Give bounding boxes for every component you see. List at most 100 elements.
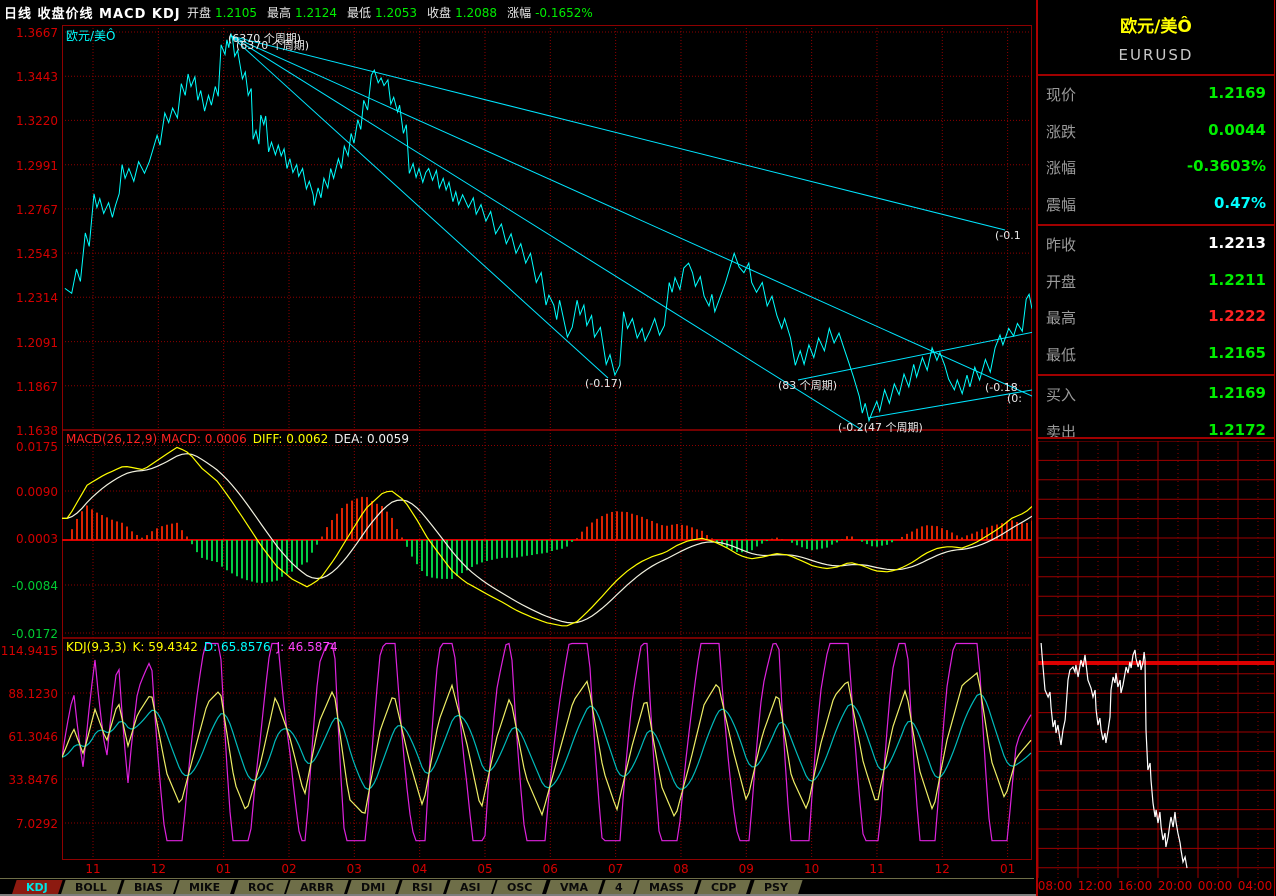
- trading-app-window: 日线 收盘价线 MACD KDJ 开盘 1.2105 最高 1.2124 最低 1.205…: [0, 0, 1276, 896]
- quote-row-label: 现价: [1046, 84, 1076, 105]
- macd-axis-tick: 0.0090: [0, 485, 58, 499]
- kdj-header: KDJ(9,3,3) K: 59.4342 D: 65.8576 J: 46.5874: [66, 640, 344, 654]
- month-label: 08: [661, 862, 701, 876]
- price-axis-tick: 1.2091: [0, 336, 58, 350]
- price-pane-symbol-label: 欧元/美Ô: [66, 27, 116, 44]
- price-axis-tick: 1.1867: [0, 380, 58, 394]
- quote-row: 昨收 1.2213: [1046, 234, 1266, 258]
- sidebar-separator: [1038, 224, 1274, 226]
- stat-label: 收盘: [427, 6, 451, 20]
- quote-symbol: EURUSD: [1038, 46, 1274, 64]
- macd-header-part: DIFF: 0.0062: [253, 432, 329, 446]
- time-label: 00:00: [1193, 879, 1237, 893]
- price-annotation: (-0.17): [585, 377, 622, 390]
- quote-row-label: 昨收: [1046, 234, 1076, 255]
- price-axis-tick: 1.2543: [0, 247, 58, 261]
- quote-row-label: 震幅: [1046, 194, 1076, 215]
- quote-row-label: 开盘: [1046, 271, 1076, 292]
- stat-value: 1.2105: [215, 6, 257, 20]
- kdj-header-part: KDJ(9,3,3): [66, 640, 127, 654]
- quote-row-label: 涨跌: [1046, 121, 1076, 142]
- quote-row: 最低 1.2165: [1046, 344, 1266, 368]
- macd-axis-tick: 0.0003: [0, 532, 58, 546]
- kdj-axis-tick: 114.9415: [0, 644, 58, 658]
- top-bar: 日线 收盘价线 MACD KDJ 开盘 1.2105 最高 1.2124 最低 1.205…: [0, 0, 1034, 22]
- kdj-axis-tick: 88.1230: [0, 687, 58, 701]
- price-axis-tick: 1.2314: [0, 291, 58, 305]
- month-label: 06: [530, 862, 570, 876]
- stat-value: 1.2053: [375, 6, 417, 20]
- month-label: 12: [922, 862, 962, 876]
- month-label: 02: [269, 862, 309, 876]
- stat-value: -0.1652%: [535, 6, 593, 20]
- time-label: 20:00: [1153, 879, 1197, 893]
- month-label: 09: [726, 862, 766, 876]
- stat-label: 涨幅: [507, 6, 531, 20]
- daily-stats: 开盘 1.2105 最高 1.2124 最低 1.2053 收盘 1.2088 涨幅 -0.165…: [177, 4, 593, 21]
- time-label: 04:00: [1233, 879, 1276, 893]
- macd-axis-tick: -0.0172: [0, 627, 58, 641]
- kdj-axis-tick: 33.8476: [0, 773, 58, 787]
- price-axis-tick: 1.1638: [0, 424, 58, 438]
- month-label: 11: [73, 862, 113, 876]
- quote-row-value: 1.2213: [1208, 234, 1266, 252]
- stat-label: 最高: [267, 6, 291, 20]
- month-label: 01: [988, 862, 1028, 876]
- quote-row-label: 最低: [1046, 344, 1076, 365]
- time-label: 16:00: [1113, 879, 1157, 893]
- macd-axis-tick: 0.0175: [0, 440, 58, 454]
- indicator-selection-label: 日线 收盘价线 MACD KDJ: [4, 3, 181, 22]
- kdj-header-part: D: 65.8576: [204, 640, 271, 654]
- stat-label: 最低: [347, 6, 371, 20]
- price-annotation: (-0.2(47 个周期): [838, 419, 923, 435]
- stat-label: 开盘: [187, 6, 211, 20]
- quote-row: 开盘 1.2211: [1046, 271, 1266, 295]
- quote-row-value: 1.2169: [1208, 84, 1266, 102]
- price-annotation: (-0.1: [995, 229, 1021, 242]
- quote-row-value: 1.2211: [1208, 271, 1266, 289]
- macd-header-part: DEA: 0.0059: [334, 432, 409, 446]
- quote-sidebar: 欧元/美Ô EURUSD 现价1.2169涨跌0.0044涨幅-0.3603%震…: [1036, 0, 1275, 896]
- quote-row-label: 涨幅: [1046, 157, 1076, 178]
- quote-row: 震幅 0.47%: [1046, 194, 1266, 218]
- quote-row-value: 0.47%: [1214, 194, 1266, 212]
- price-axis-tick: 1.2991: [0, 159, 58, 173]
- quote-row-value: 1.2222: [1208, 307, 1266, 325]
- price-axis-tick: 1.3220: [0, 114, 58, 128]
- time-label: 08:00: [1033, 879, 1077, 893]
- quote-row-value: 1.2169: [1208, 384, 1266, 402]
- time-label: 12:00: [1073, 879, 1117, 893]
- stat-value: 1.2088: [455, 6, 497, 20]
- quote-row-value: 1.2172: [1208, 421, 1266, 439]
- price-axis-tick: 1.3667: [0, 26, 58, 40]
- month-label: 11: [857, 862, 897, 876]
- kdj-axis-tick: 7.0292: [0, 817, 58, 831]
- month-label: 10: [792, 862, 832, 876]
- quote-row-value: 0.0044: [1208, 121, 1266, 139]
- quote-row-label: 最高: [1046, 307, 1076, 328]
- month-label: 12: [138, 862, 178, 876]
- quote-row: 现价 1.2169: [1046, 84, 1266, 108]
- sidebar-separator: [1038, 374, 1274, 376]
- quote-row: 涨跌 0.0044: [1046, 121, 1266, 145]
- kdj-axis-tick: 61.3046: [0, 730, 58, 744]
- macd-header-part: MACD(26,12,9) MACD: 0.0006: [66, 432, 247, 446]
- price-annotation: (83 个周期): [778, 377, 837, 393]
- month-label: 05: [465, 862, 505, 876]
- month-label: 01: [204, 862, 244, 876]
- stat-value: 1.2124: [295, 6, 337, 20]
- quote-row: 买入 1.2169: [1046, 384, 1266, 408]
- macd-header: MACD(26,12,9) MACD: 0.0006 DIFF: 0.0062 DE…: [66, 432, 415, 446]
- price-annotation: (6370 个周期): [236, 37, 309, 53]
- intraday-mini-chart[interactable]: [1038, 441, 1274, 878]
- month-label: 07: [596, 862, 636, 876]
- macd-axis-tick: -0.0084: [0, 579, 58, 593]
- sidebar-separator: [1038, 437, 1274, 439]
- kdj-header-part: K: 59.4342: [133, 640, 198, 654]
- month-label: 03: [334, 862, 374, 876]
- sidebar-separator: [1038, 74, 1274, 76]
- quote-row-label: 买入: [1046, 384, 1076, 405]
- kdj-header-part: J: 46.5874: [277, 640, 338, 654]
- quote-row-value: 1.2165: [1208, 344, 1266, 362]
- price-axis-tick: 1.2767: [0, 203, 58, 217]
